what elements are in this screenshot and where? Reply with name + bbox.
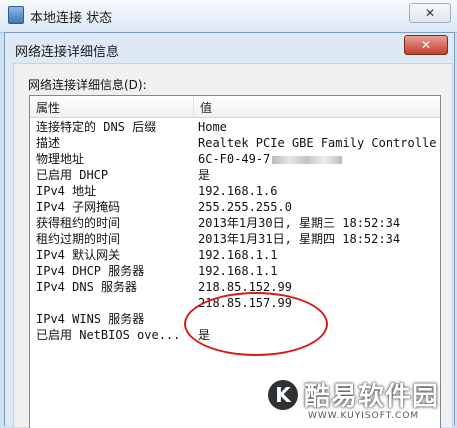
outer-window-title: 本地连接 状态: [30, 11, 113, 26]
row-property: IPv4 默认网关: [36, 248, 121, 262]
row-property: 租约过期的时间: [36, 232, 121, 246]
row-property: 已启用 DHCP: [36, 168, 109, 182]
watermark-logo: K: [268, 380, 298, 410]
list-row[interactable]: IPv4 DHCP 服务器 192.168.1.1: [30, 263, 440, 279]
row-property: 描述: [36, 136, 61, 150]
row-value: 2013年1月31日, 星期四 18:52:34: [198, 232, 401, 246]
list-row[interactable]: 描述 Realtek PCIe GBE Family Controlle: [30, 135, 440, 151]
row-property: IPv4 子网掩码: [36, 200, 121, 214]
row-property: 连接特定的 DNS 后缀: [36, 120, 157, 134]
row-value: Realtek PCIe GBE Family Controlle: [198, 136, 437, 150]
list-row[interactable]: 物理地址 6C-F0-49-7: [30, 151, 440, 167]
row-value-mac: 6C-F0-49-7: [198, 151, 343, 167]
dialog-close-button[interactable]: ✕: [404, 35, 448, 55]
row-property: 物理地址: [36, 152, 85, 166]
row-value: 192.168.1.1: [198, 248, 278, 262]
list-row[interactable]: IPv4 地址 192.168.1.6: [30, 183, 440, 199]
row-property: 获得租约的时间: [36, 216, 121, 230]
site-watermark: K 酷易软件园 WWW.KUYISOFT.COM: [268, 376, 457, 425]
row-value: 2013年1月30日, 星期三 18:52:34: [198, 216, 401, 230]
column-header-value[interactable]: 值: [200, 99, 212, 116]
mac-address-text: 6C-F0-49-7: [198, 152, 271, 166]
row-value: 192.168.1.1: [198, 264, 278, 278]
watermark-text: 酷易软件园: [304, 382, 440, 412]
network-details-dialog: 网络连接详细信息 ✕ 网络连接详细信息(D): 属性 值 连接特定的 DNS 后…: [4, 32, 455, 428]
row-property: 已启用 NetBIOS ove...: [36, 328, 181, 342]
row-value: Home: [198, 120, 227, 134]
list-row[interactable]: 已启用 DHCP 是: [30, 167, 440, 183]
column-divider[interactable]: [193, 96, 194, 117]
network-connection-icon: [8, 6, 24, 24]
list-header: 属性 值: [30, 96, 440, 118]
dialog-title: 网络连接详细信息: [15, 45, 120, 60]
row-value: 是: [198, 168, 211, 182]
row-property: IPv4 地址: [36, 184, 97, 198]
row-property: IPv4 DNS 服务器: [36, 280, 138, 294]
list-row[interactable]: 租约过期的时间 2013年1月31日, 星期四 18:52:34: [30, 231, 440, 247]
list-row[interactable]: 获得租约的时间 2013年1月30日, 星期三 18:52:34: [30, 215, 440, 231]
list-row[interactable]: IPv4 默认网关 192.168.1.1: [30, 247, 440, 263]
row-value: 255.255.255.0: [198, 200, 292, 214]
watermark-url: WWW.KUYISOFT.COM: [308, 411, 420, 421]
details-group-label: 网络连接详细信息(D):: [28, 78, 147, 92]
dialog-content: 网络连接详细信息(D): 属性 值 连接特定的 DNS 后缀 Home 描述 R…: [13, 63, 453, 428]
row-property: IPv4 WINS 服务器: [36, 312, 145, 326]
redacted-blur: [272, 155, 343, 164]
row-value: 192.168.1.6: [198, 184, 278, 198]
dns-highlight-circle: [184, 292, 328, 356]
outer-window-titlebar: 本地连接 状态 ✕: [0, 0, 457, 33]
list-row[interactable]: IPv4 子网掩码 255.255.255.0: [30, 199, 440, 215]
column-header-property[interactable]: 属性: [36, 99, 60, 116]
row-property: IPv4 DHCP 服务器: [36, 264, 145, 278]
outer-close-button[interactable]: ✕: [409, 3, 451, 23]
list-row[interactable]: 连接特定的 DNS 后缀 Home: [30, 119, 440, 135]
